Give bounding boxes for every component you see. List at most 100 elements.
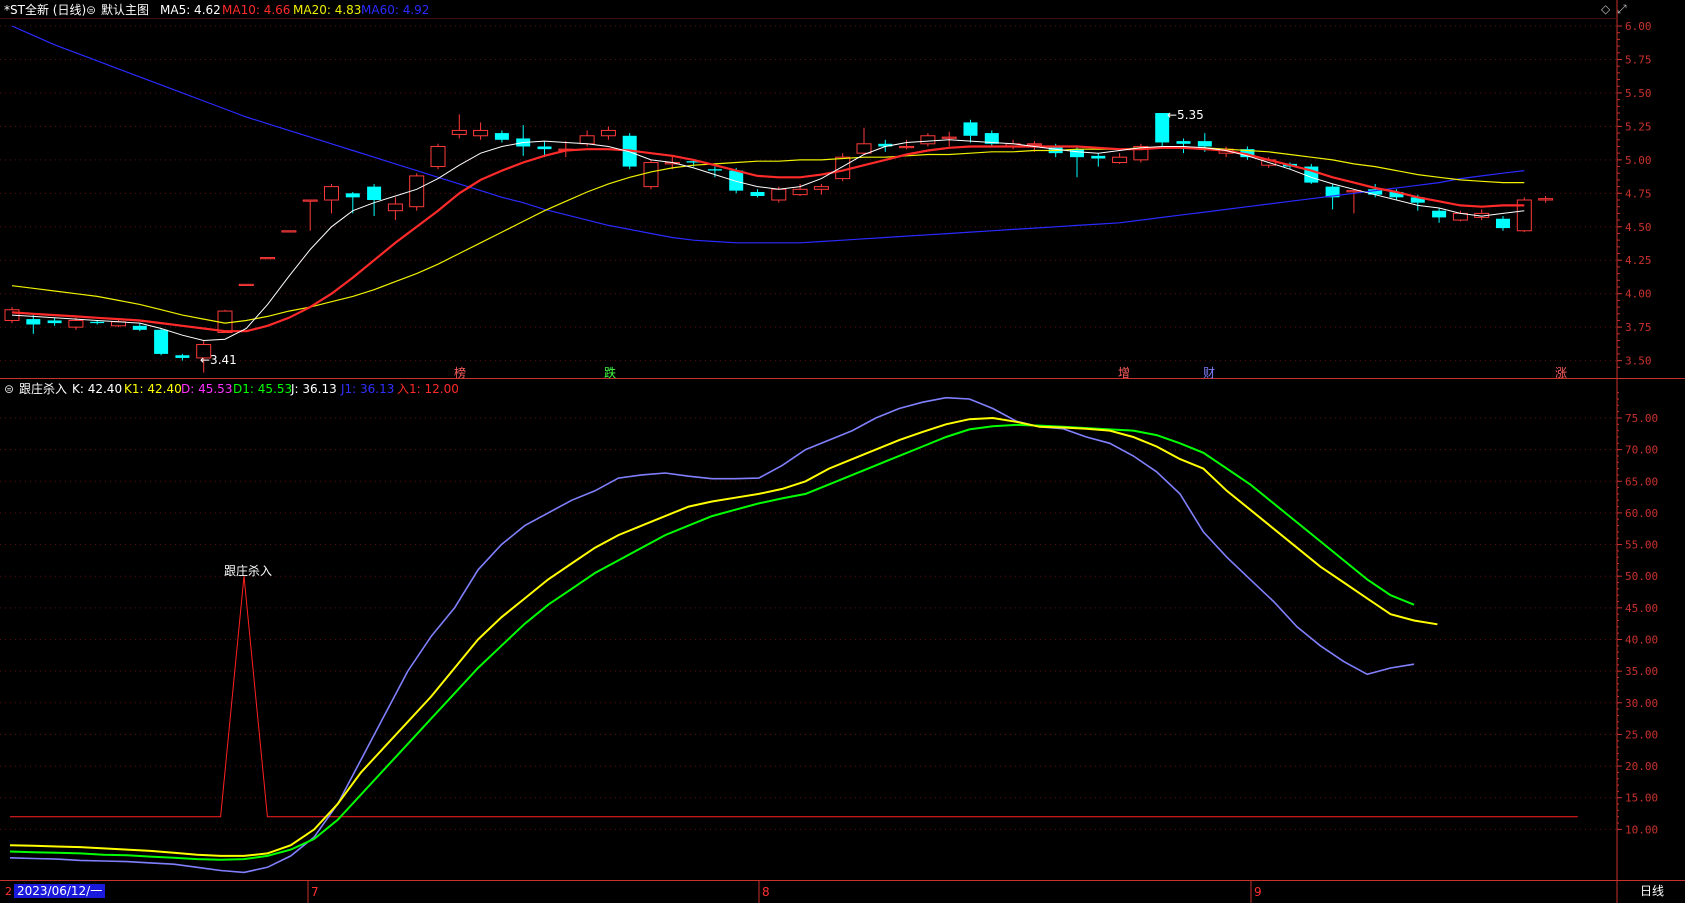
candle-body-up <box>920 135 936 145</box>
price-tick-label: 4.00 <box>1625 288 1652 301</box>
candle-body-up <box>579 135 595 145</box>
k1-legend: K1: 42.40 <box>124 382 182 396</box>
expand-icon[interactable]: ⤢ <box>1617 2 1627 16</box>
candle-body-up <box>771 188 787 201</box>
candle-body-up <box>68 319 84 328</box>
candle-body-down <box>132 325 147 330</box>
event-tag-limit-down[interactable]: 跌 <box>604 364 616 381</box>
candle-body-down <box>1070 149 1084 158</box>
indicator-tick-label: 15.00 <box>1625 792 1658 805</box>
candle-body-up <box>1026 143 1042 146</box>
indicator-tick-label: 40.00 <box>1625 633 1658 646</box>
ma10-legend: MA10: 4.66 <box>222 3 291 17</box>
ma10-line <box>11 145 1525 333</box>
date-cursor-label[interactable]: 2023/06/12/一 <box>14 884 106 898</box>
month-label-7: 7 <box>311 885 319 899</box>
candle-body-down <box>1091 155 1106 159</box>
diamond-icon[interactable]: ◇ <box>1601 2 1610 16</box>
k-line <box>9 416 1438 857</box>
candle-body-up <box>813 186 829 190</box>
price-tick-label: 6.00 <box>1625 20 1652 33</box>
candle-body-up <box>260 257 276 260</box>
ma20-line <box>11 147 1525 324</box>
d-legend: D: 45.53 <box>181 382 233 396</box>
event-tag-increase[interactable]: 增 <box>1118 364 1130 381</box>
candle-body-up <box>941 136 957 139</box>
price-tick-label: 4.75 <box>1625 187 1652 200</box>
indicator-tick-label: 45.00 <box>1625 602 1658 615</box>
candle-body-down <box>494 133 509 140</box>
candle-body-up <box>643 162 659 188</box>
indicator-tick-label: 35.00 <box>1625 665 1658 678</box>
high-price-marker: ←5.35 <box>1167 108 1204 122</box>
ma5-line <box>11 139 1525 342</box>
candle-body-up <box>387 203 403 212</box>
candle-body-up <box>835 156 851 180</box>
event-tag-limit-up[interactable]: 涨 <box>1555 364 1567 381</box>
price-tick-label: 3.50 <box>1625 355 1652 368</box>
gear-icon[interactable]: ⊜ <box>86 3 96 17</box>
price-tick-label: 4.50 <box>1625 221 1652 234</box>
event-tag-finance[interactable]: 财 <box>1203 364 1215 381</box>
candle-body-up <box>1112 156 1128 164</box>
k-legend: K: 42.40 <box>72 382 123 396</box>
candle-body-up <box>281 230 297 233</box>
candle-body-up <box>238 283 254 287</box>
j1-legend: J1: 36.13 <box>341 382 395 396</box>
price-tick-label: 5.25 <box>1625 120 1652 133</box>
chart-canvas[interactable]: 6.00 5.75 5.50 5.25 5.00 4.75 4.50 4.25 4.00 3.75… <box>0 0 1685 903</box>
candle-body-down <box>154 329 169 354</box>
indicator-tick-label: 20.00 <box>1625 760 1658 773</box>
candle-body-down <box>26 319 41 325</box>
candle-body-up <box>302 199 318 202</box>
candle-body-down <box>1176 141 1191 144</box>
d-line <box>9 423 1415 861</box>
indicator-tick-label: 30.00 <box>1625 697 1658 710</box>
price-tick-label: 5.75 <box>1625 53 1652 66</box>
month-label-8: 8 <box>762 885 770 899</box>
ma60-legend: MA60: 4.92 <box>361 3 430 17</box>
indicator-tick-label: 75.00 <box>1625 412 1658 425</box>
price-tick-label: 3.75 <box>1625 321 1652 334</box>
indicator-tick-label: 55.00 <box>1625 539 1658 552</box>
price-tick-label: 5.50 <box>1625 87 1652 100</box>
candle-body-up <box>430 145 446 168</box>
ma20-legend: MA20: 4.83 <box>293 3 362 17</box>
candle-body-down <box>367 186 382 201</box>
signal-label: 跟庄杀入 <box>224 564 273 578</box>
candle-body-down <box>729 170 744 191</box>
indicator-tick-label: 10.00 <box>1625 823 1658 836</box>
candle-body-down <box>90 321 105 324</box>
date-prefix: 2 <box>5 885 12 898</box>
ma60-line <box>11 25 1525 244</box>
indicator-tick-label: 25.00 <box>1625 728 1658 741</box>
price-tick-label: 4.25 <box>1625 254 1652 267</box>
price-tick-label: 5.00 <box>1625 154 1652 167</box>
candle-body-up <box>899 145 915 149</box>
j-legend: J: 36.13 <box>291 382 337 396</box>
event-tag-rank[interactable]: 榜 <box>454 364 466 381</box>
candle-body-up <box>451 129 467 135</box>
candle-body-down <box>537 146 552 150</box>
main-chart-name[interactable]: 默认主图 <box>101 3 149 17</box>
r1-legend: 入1: 12.00 <box>397 382 459 396</box>
candle-body-up <box>856 143 872 154</box>
candle-body-up <box>1538 198 1554 201</box>
indicator-tick-label: 70.00 <box>1625 444 1658 457</box>
ma5-legend: MA5: 4.62 <box>160 3 221 17</box>
candle-body-up <box>792 188 808 196</box>
low-price-marker: ←3.41 <box>200 353 237 367</box>
indicator-tick-label: 65.00 <box>1625 475 1658 488</box>
period-button[interactable]: 日线 <box>1640 884 1664 898</box>
candle-body-down <box>175 355 190 358</box>
candle-body-down <box>47 320 62 324</box>
indicator-name[interactable]: 跟庄杀入 <box>19 382 67 396</box>
candle-body-down <box>345 193 360 198</box>
d1-legend: D1: 45.53 <box>233 382 293 396</box>
indicator-tick-label: 50.00 <box>1625 570 1658 583</box>
stock-title: *ST全新 (日线) <box>4 3 87 17</box>
indicator-gear-icon[interactable]: ⊜ <box>4 382 14 396</box>
indicator-tick-label: 60.00 <box>1625 507 1658 520</box>
candle-body-down <box>963 122 978 136</box>
candle-body-down <box>1197 141 1212 147</box>
